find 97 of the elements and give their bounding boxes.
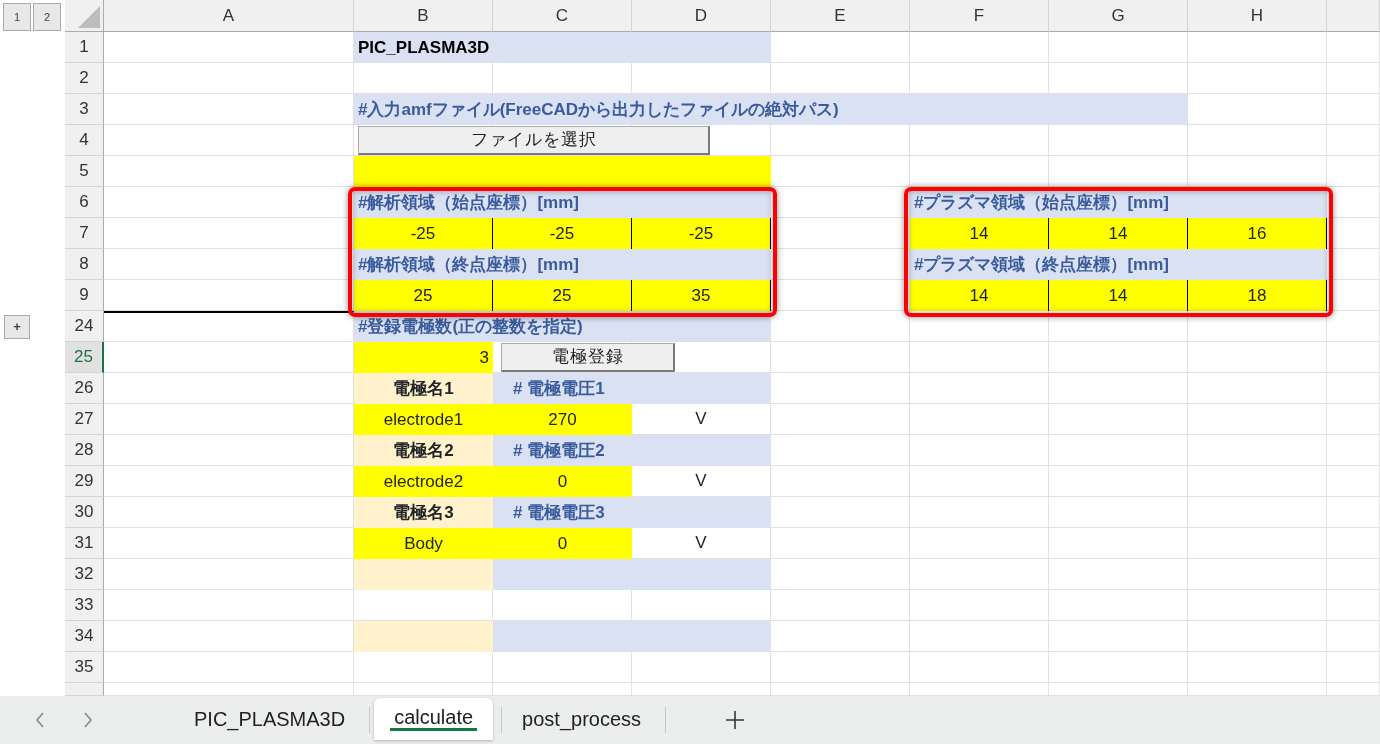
name-label: 電極名3	[354, 497, 493, 528]
name-label: 電極名1	[354, 373, 493, 404]
column-header[interactable]	[1327, 0, 1380, 32]
unit-label: V	[632, 466, 771, 497]
value-cell[interactable]: electrode1	[354, 404, 493, 435]
row-header[interactable]: 31	[65, 528, 104, 559]
value-cell[interactable]: 14	[1049, 218, 1188, 249]
voltage-label: # 電極電圧2	[493, 435, 771, 466]
sheet-title: PIC_PLASMA3D	[354, 32, 771, 63]
grid-cell	[1327, 63, 1380, 94]
column-header[interactable]: E	[771, 0, 910, 32]
value-cell[interactable]: 14	[1049, 280, 1188, 311]
expand-group-button[interactable]: +	[4, 314, 30, 339]
value-cell[interactable]: 25	[493, 280, 632, 311]
row-header[interactable]: 24	[65, 311, 104, 342]
value-cell[interactable]: 18	[1188, 280, 1327, 311]
unit-label: V	[632, 404, 771, 435]
grid-cell	[1327, 559, 1380, 590]
grid-cell	[1327, 342, 1380, 373]
value-cell[interactable]: -25	[632, 218, 771, 249]
grid-cell	[1327, 32, 1380, 63]
row-header[interactable]: 33	[65, 590, 104, 621]
grid-cell	[1327, 187, 1380, 218]
column-header[interactable]: B	[354, 0, 493, 32]
row-header[interactable]: 9	[65, 280, 104, 311]
sheet-tab[interactable]: calculate	[374, 698, 494, 740]
row-header[interactable]: 6	[65, 187, 104, 218]
column-header[interactable]: D	[632, 0, 771, 32]
row-header[interactable]: 35	[65, 652, 104, 683]
sheet-tab[interactable]: post_process	[506, 698, 658, 740]
chevron-left-icon[interactable]	[35, 712, 45, 728]
value-cell[interactable]: electrode2	[354, 466, 493, 497]
row-header[interactable]: 1	[65, 32, 104, 63]
value-cell[interactable]: 14	[910, 280, 1049, 311]
grid-cell	[1327, 466, 1380, 497]
grid-cell	[1327, 156, 1380, 187]
row-header[interactable]: 28	[65, 435, 104, 466]
value-cell[interactable]: Body	[354, 528, 493, 559]
value-cell[interactable]: 0	[493, 528, 632, 559]
voltage-label: # 電極電圧3	[493, 497, 771, 528]
column-header[interactable]: H	[1188, 0, 1327, 32]
value-cell[interactable]: 270	[493, 404, 632, 435]
value-cell[interactable]: 0	[493, 466, 632, 497]
grid-cell	[1327, 311, 1380, 342]
count-cell[interactable]: 3	[354, 342, 493, 373]
section-heading: #解析領域（終点座標）[mm]	[354, 249, 771, 280]
row-header[interactable]: 3	[65, 94, 104, 125]
row-header[interactable]: 26	[65, 373, 104, 404]
column-header[interactable]: F	[910, 0, 1049, 32]
outline-level-button[interactable]: 1	[3, 3, 31, 31]
row-header[interactable]: 34	[65, 621, 104, 652]
row-header[interactable]: 5	[65, 156, 104, 187]
row-header[interactable]	[65, 683, 104, 696]
row-header[interactable]: 32	[65, 559, 104, 590]
grid-cell	[1327, 404, 1380, 435]
value-cell[interactable]: -25	[354, 218, 493, 249]
grid-cell	[1327, 435, 1380, 466]
chevron-right-icon[interactable]	[83, 712, 93, 728]
row-header[interactable]: 27	[65, 404, 104, 435]
section-heading: #プラズマ領域（終点座標）[mm]	[910, 249, 1327, 280]
grid-cell	[1327, 373, 1380, 404]
row-header[interactable]: 7	[65, 218, 104, 249]
row-header[interactable]: 8	[65, 249, 104, 280]
section-heading: #入力amfファイル(FreeCADから出力したファイルの絶対パス)	[354, 94, 1188, 125]
input-cell[interactable]	[354, 156, 771, 187]
action-button[interactable]: 電極登録	[501, 343, 675, 372]
action-button[interactable]: ファイルを選択	[358, 126, 710, 155]
value-cell[interactable]: 16	[1188, 218, 1327, 249]
grid-cell	[1327, 528, 1380, 559]
add-sheet-icon[interactable]	[726, 711, 745, 729]
row-header[interactable]: 25	[65, 342, 104, 373]
voltage-label: # 電極電圧1	[493, 373, 771, 404]
row-header[interactable]: 30	[65, 497, 104, 528]
select-all-icon[interactable]	[78, 6, 100, 28]
sheet-tab[interactable]: PIC_PLASMA3D	[178, 698, 362, 740]
grid-cell	[1327, 497, 1380, 528]
value-cell[interactable]: 35	[632, 280, 771, 311]
row-header[interactable]: 4	[65, 125, 104, 156]
column-header[interactable]: G	[1049, 0, 1188, 32]
value-cell[interactable]: 14	[910, 218, 1049, 249]
grid-cell	[1327, 590, 1380, 621]
unit-label: V	[632, 528, 771, 559]
grid-cell	[1327, 125, 1380, 156]
column-header[interactable]: C	[493, 0, 632, 32]
value-cell[interactable]: 25	[354, 280, 493, 311]
outline-level-button[interactable]: 2	[33, 3, 61, 31]
grid-cell	[1327, 94, 1380, 125]
grid-cell	[1327, 621, 1380, 652]
grid-cell	[1327, 218, 1380, 249]
value-cell[interactable]: -25	[493, 218, 632, 249]
row-header[interactable]: 2	[65, 63, 104, 94]
row-header[interactable]: 29	[65, 466, 104, 497]
grid-cell	[1327, 249, 1380, 280]
grid-cell	[1327, 280, 1380, 311]
column-header[interactable]: A	[104, 0, 354, 32]
name-label: 電極名2	[354, 435, 493, 466]
grid-cell	[1327, 652, 1380, 683]
